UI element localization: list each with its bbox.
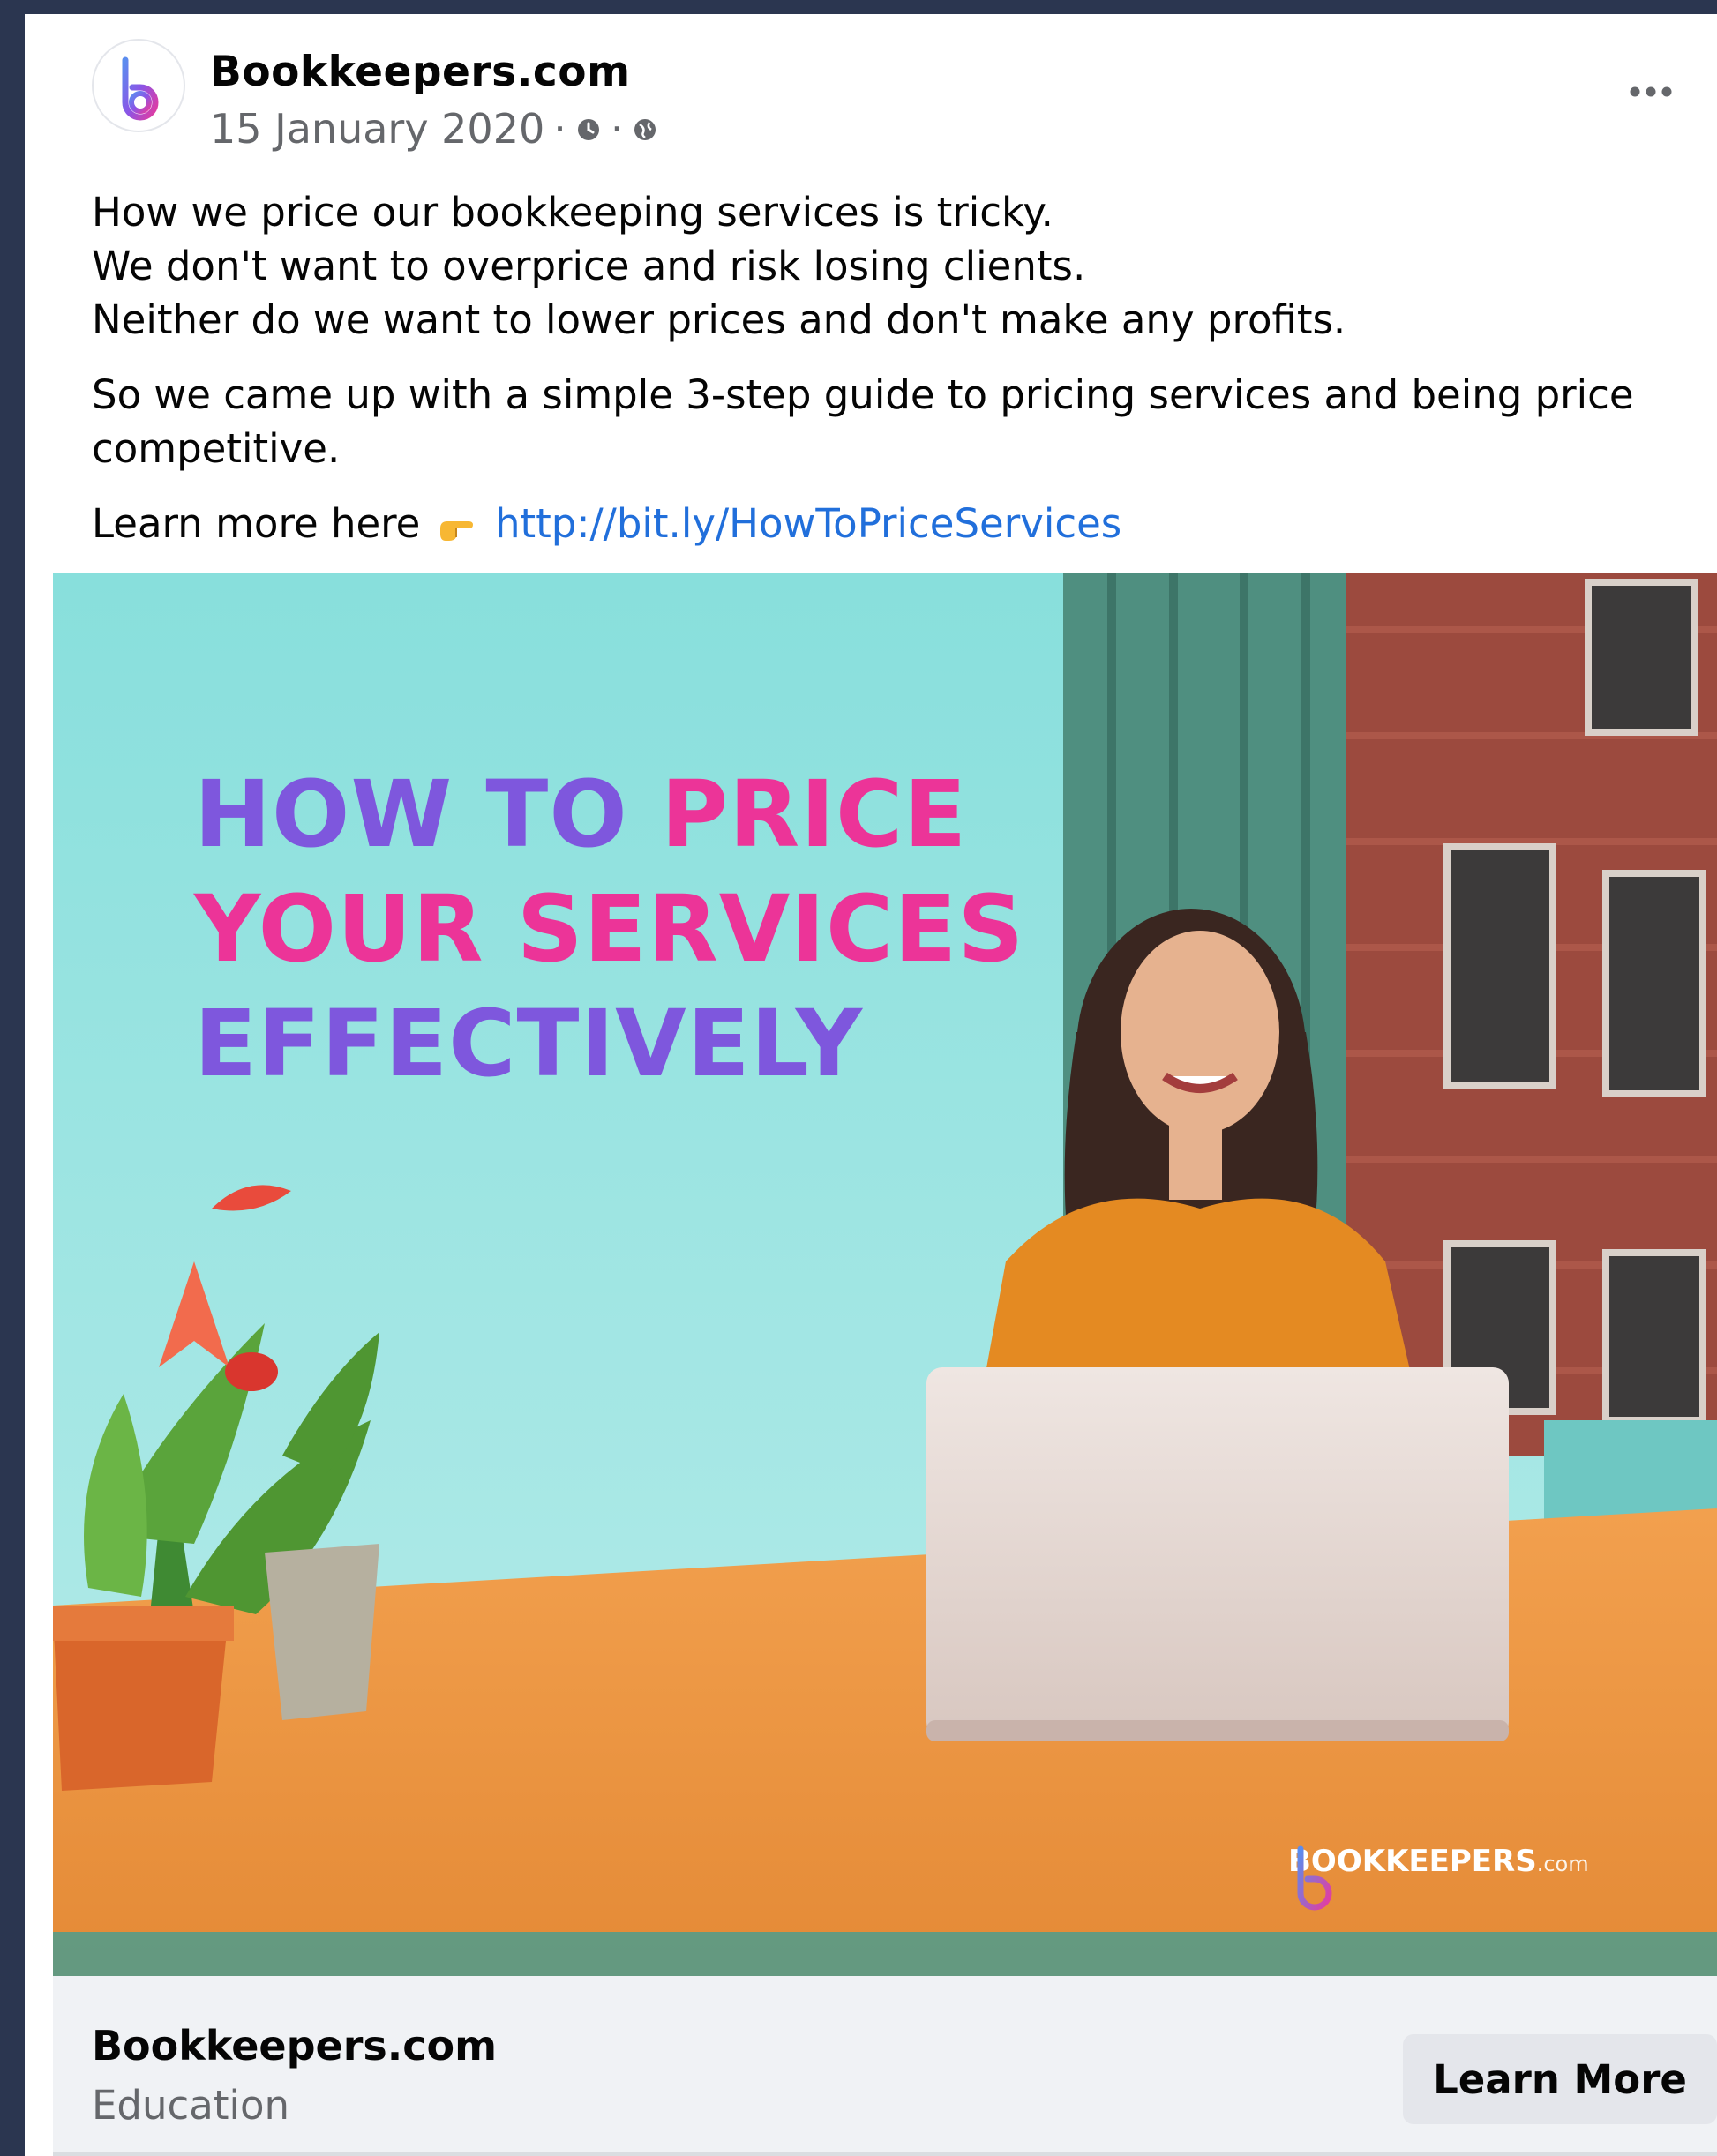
- learn-more-button[interactable]: Learn More: [1403, 2034, 1717, 2124]
- page-name[interactable]: Bookkeepers.com: [210, 48, 631, 96]
- bookkeepers-logo-icon: [122, 56, 159, 121]
- post-paragraph: So we came up with a simple 3-step guide…: [92, 371, 1634, 472]
- post-card: Bookkeepers.com 15 January 2020 · · How …: [25, 14, 1717, 2156]
- learn-more-line: Learn more here http://bit.ly/HowToPrice…: [92, 497, 1698, 556]
- page-avatar[interactable]: [92, 39, 185, 132]
- globe-icon[interactable]: [632, 105, 658, 153]
- link-preview-category: Education: [92, 2082, 290, 2129]
- post-image[interactable]: HOW TO PRICE YOUR SERVICES EFFECTIVELY B…: [53, 573, 1717, 1976]
- pointing-hand-icon: [437, 502, 476, 556]
- post-text-line: How we price our bookkeeping services is…: [92, 189, 1053, 236]
- headline-word: PRICE: [660, 760, 968, 868]
- more-options-button[interactable]: [1611, 65, 1691, 118]
- link-preview[interactable]: Bookkeepers.com Education Learn More: [53, 1976, 1717, 2156]
- post-link[interactable]: http://bit.ly/HowToPriceServices: [495, 500, 1121, 547]
- post-meta: 15 January 2020 · ·: [210, 104, 658, 153]
- meta-separator: ·: [610, 105, 624, 153]
- ellipsis-icon: [1630, 86, 1672, 97]
- headline-line: EFFECTIVELY: [194, 990, 864, 1097]
- clock-icon: [575, 105, 602, 153]
- link-preview-title: Bookkeepers.com: [92, 2022, 498, 2070]
- image-headline: HOW TO PRICE YOUR SERVICES EFFECTIVELY: [194, 757, 1024, 1101]
- post-date[interactable]: 15 January 2020: [210, 105, 544, 153]
- headline-line: YOUR SERVICES: [194, 875, 1025, 983]
- meta-separator: ·: [553, 105, 566, 153]
- watermark-suffix: .com: [1536, 1852, 1589, 1876]
- learn-more-prefix: Learn more here: [92, 500, 421, 547]
- image-watermark: BOOKKEEPERS.com: [1288, 1844, 1589, 1911]
- post-text: How we price our bookkeeping services is…: [92, 185, 1698, 556]
- headline-word: HOW TO: [194, 760, 661, 868]
- post-text-line: We don't want to overprice and risk losi…: [92, 243, 1086, 289]
- post-text-line: Neither do we want to lower prices and d…: [92, 296, 1346, 343]
- bookkeepers-logo-icon: [1297, 1845, 1332, 1911]
